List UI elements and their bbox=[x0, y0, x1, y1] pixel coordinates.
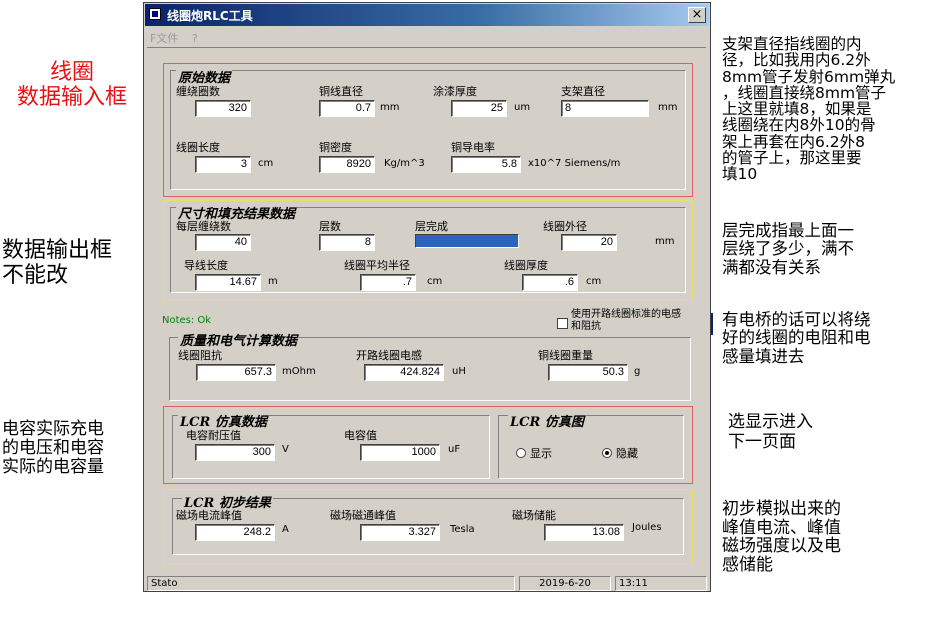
menu-file[interactable]: F文件 bbox=[150, 32, 178, 45]
hide-radio[interactable] bbox=[602, 448, 612, 458]
density-label: 铜密度 bbox=[319, 141, 352, 154]
layer-done-progress bbox=[415, 234, 519, 248]
layer-done-fill bbox=[416, 235, 518, 247]
thick-unit: cm bbox=[586, 276, 602, 287]
edge-marker bbox=[711, 313, 713, 335]
annotation-output-readonly: 数据输出框 不能改 bbox=[2, 238, 113, 289]
annotation-bracket: 支架直径指线圈的内 径，比如我用内6.2外 8mm管子发射6mm弹丸 ，线圈直接… bbox=[722, 35, 896, 184]
hide-radio-label[interactable]: 隐藏 bbox=[616, 445, 638, 461]
outer-output: 20 bbox=[561, 234, 617, 251]
lcr-frame: LCR 仿真数据 电容耐压值 300 V 电容值 1000 uF LCR 仿真图… bbox=[163, 406, 693, 484]
ind-label: 开路线圈电感 bbox=[356, 349, 422, 362]
energy-output: 13.08 bbox=[544, 524, 624, 541]
wire-dia-label: 铜线直径 bbox=[319, 85, 363, 98]
wire-dia-unit: mm bbox=[380, 102, 400, 113]
peak-b-output: 3.327 bbox=[360, 524, 440, 541]
res-label: 线圈阻抗 bbox=[178, 349, 222, 362]
bracket-label: 支架直径 bbox=[561, 85, 605, 98]
avg-r-label: 线圈平均半径 bbox=[344, 259, 410, 272]
elec-data-frame: 质量和电气计算数据 线圈阻抗 657.3 mOhm 开路线圈电感 424.824… bbox=[169, 330, 691, 401]
per-layer-label: 每层缠绕数 bbox=[176, 220, 231, 233]
mass-unit: g bbox=[634, 366, 641, 377]
energy-label: 磁场储能 bbox=[512, 509, 556, 522]
cap-unit: uF bbox=[448, 444, 461, 455]
cap-label: 电容值 bbox=[344, 429, 377, 442]
cond-input[interactable]: 5.8 bbox=[451, 156, 521, 173]
cond-label: 铜导电率 bbox=[451, 141, 495, 154]
cap-input[interactable]: 1000 bbox=[360, 444, 440, 461]
wire-len-label: 导线长度 bbox=[184, 259, 228, 272]
length-input[interactable]: 3 bbox=[195, 156, 251, 173]
energy-unit: Joules bbox=[632, 522, 662, 533]
show-radio-label[interactable]: 显示 bbox=[530, 445, 552, 461]
coat-unit: um bbox=[514, 102, 531, 113]
avg-r-unit: cm bbox=[427, 276, 443, 287]
mass-label: 铜线圈重量 bbox=[538, 349, 593, 362]
length-label: 线圈长度 bbox=[176, 141, 220, 154]
menu-help[interactable]: ? bbox=[192, 32, 198, 45]
lcr-plot-title: LCR 仿真图 bbox=[508, 411, 586, 430]
annotation-show: 选显示进入 下一页面 bbox=[728, 412, 813, 452]
client-area: 原始数据 缠绕圈数 320 铜线直径 0.7 mm 涂漆厚度 25 um 支架直… bbox=[147, 47, 706, 576]
per-layer-output: 40 bbox=[195, 234, 251, 251]
status-bar: Stato 2019-6-20 13:11 bbox=[147, 576, 707, 591]
bracket-input[interactable]: 8 bbox=[561, 100, 649, 117]
density-input[interactable]: 8920 bbox=[319, 156, 375, 173]
peak-i-unit: A bbox=[282, 524, 289, 535]
coat-label: 涂漆厚度 bbox=[433, 85, 477, 98]
annotation-result: 初步模拟出来的 峰值电流、峰值 磁场强度以及电 感储能 bbox=[722, 499, 841, 576]
cond-unit: x10^7 Siemens/m bbox=[528, 158, 621, 169]
turns-label: 缠绕圈数 bbox=[176, 85, 220, 98]
res-unit: mOhm bbox=[282, 366, 316, 377]
status-text: Stato bbox=[147, 576, 515, 591]
raw-data-frame: 原始数据 缠绕圈数 320 铜线直径 0.7 mm 涂漆厚度 25 um 支架直… bbox=[163, 63, 693, 197]
thick-label: 线圈厚度 bbox=[504, 259, 548, 272]
outer-unit: mm bbox=[655, 236, 675, 247]
std-inductance-checkbox[interactable] bbox=[557, 318, 568, 329]
density-unit: Kg/m^3 bbox=[384, 158, 425, 169]
notes-text: Notes: Ok bbox=[162, 315, 212, 326]
layers-output: 8 bbox=[319, 234, 375, 251]
volt-label: 电容耐压值 bbox=[186, 429, 241, 442]
thick-output: .6 bbox=[522, 274, 578, 291]
annotation-capacitor: 电容实际充电 的电压和电容 实际的电容量 bbox=[2, 419, 104, 478]
size-data-frame: 尺寸和填充结果数据 每层缠绕数 40 层数 8 层完成 线圈外径 20 mm 导… bbox=[163, 200, 693, 300]
volt-input[interactable]: 300 bbox=[195, 444, 275, 461]
coat-input[interactable]: 25 bbox=[451, 100, 507, 117]
volt-unit: V bbox=[282, 444, 289, 455]
wire-dia-input[interactable]: 0.7 bbox=[319, 100, 375, 117]
title-bar[interactable]: 线圈炮RLC工具 × bbox=[145, 4, 709, 26]
res-input[interactable]: 657.3 bbox=[196, 364, 276, 381]
rlc-tool-window: 线圈炮RLC工具 × F文件 ? 原始数据 缠绕圈数 320 铜线直径 0.7 … bbox=[143, 2, 711, 592]
close-button[interactable]: × bbox=[688, 7, 706, 23]
length-unit: cm bbox=[258, 158, 274, 169]
show-radio[interactable] bbox=[516, 448, 526, 458]
layer-done-label: 层完成 bbox=[415, 220, 448, 233]
ind-unit: uH bbox=[452, 366, 466, 377]
peak-i-label: 磁场电流峰值 bbox=[176, 509, 242, 522]
bracket-unit: mm bbox=[658, 102, 678, 113]
turns-input[interactable]: 320 bbox=[195, 100, 251, 117]
status-time: 13:11 bbox=[615, 576, 707, 591]
ind-input[interactable]: 424.824 bbox=[364, 364, 444, 381]
outer-label: 线圈外径 bbox=[543, 220, 587, 233]
annotation-coil-input: 线圈 数据输入框 bbox=[16, 60, 127, 111]
window-title: 线圈炮RLC工具 bbox=[167, 9, 253, 23]
peak-b-unit: Tesla bbox=[450, 524, 475, 535]
avg-r-output: .7 bbox=[360, 274, 416, 291]
std-inductance-label[interactable]: 使用开路线圈标准的电感 和阻抗 bbox=[571, 309, 681, 333]
annotation-bridge: 有电桥的话可以将绕 好的线圈的电阻和电 感量填进去 bbox=[722, 310, 871, 366]
annotation-layer: 层完成指最上面一 层绕了多少，满不 满都没有关系 bbox=[722, 221, 854, 277]
wire-len-output: 14.67 bbox=[195, 274, 261, 291]
peak-i-output: 248.2 bbox=[195, 524, 275, 541]
peak-b-label: 磁场磁通峰值 bbox=[330, 509, 396, 522]
mass-output: 50.3 bbox=[548, 364, 628, 381]
layers-label: 层数 bbox=[319, 220, 341, 233]
menu-bar: F文件 ? bbox=[150, 30, 208, 46]
status-date: 2019-6-20 bbox=[519, 576, 611, 591]
lcr-result-frame: LCR 初步结果 磁场电流峰值 248.2 A 磁场磁通峰值 3.327 Tes… bbox=[163, 489, 693, 564]
wire-len-unit: m bbox=[268, 276, 278, 287]
app-icon bbox=[149, 8, 161, 20]
